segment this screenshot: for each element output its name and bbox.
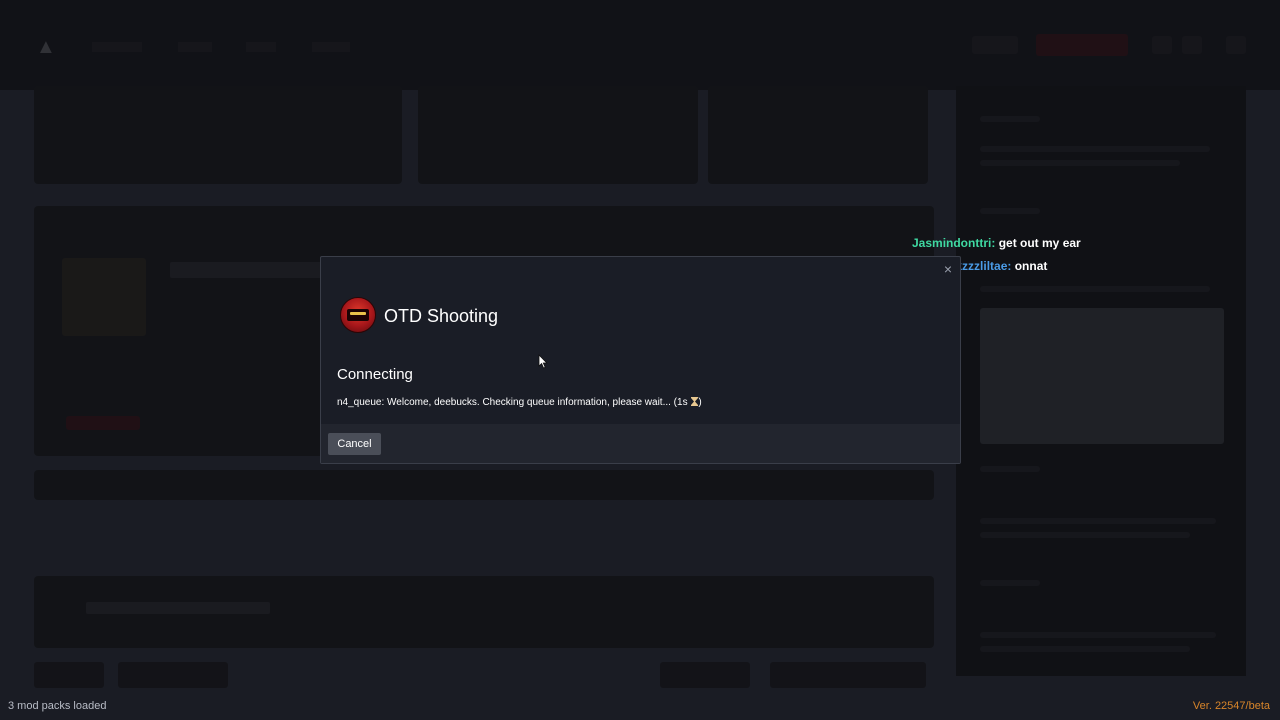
version-label: Ver. 22547/beta — [1192, 700, 1270, 712]
chat-nick: Jasmindonttri: — [912, 236, 996, 250]
queue-message-text: n4_queue: Welcome, deebucks. Checking qu… — [337, 397, 691, 408]
server-name: OTD Shooting — [384, 306, 499, 326]
connection-status-heading: Connecting — [337, 366, 413, 383]
queue-message: n4_queue: Welcome, deebucks. Checking qu… — [337, 397, 702, 408]
chat-message: Jasmindonttri: get out my ear — [912, 236, 1081, 250]
chat-text: onnat — [1014, 259, 1048, 273]
mouse-cursor-icon — [538, 354, 548, 369]
chat-text: get out my ear — [998, 236, 1081, 250]
queue-message-end: ) — [698, 397, 702, 408]
close-icon[interactable]: × — [944, 261, 952, 277]
cancel-button[interactable]: Cancel — [328, 433, 381, 455]
connecting-dialog: × OTD Shooting Connecting n4_queue: Welc… — [320, 256, 961, 464]
dialog-footer: Cancel — [321, 424, 960, 463]
mod-packs-status: 3 mod packs loaded — [8, 700, 107, 712]
server-logo — [340, 297, 376, 333]
